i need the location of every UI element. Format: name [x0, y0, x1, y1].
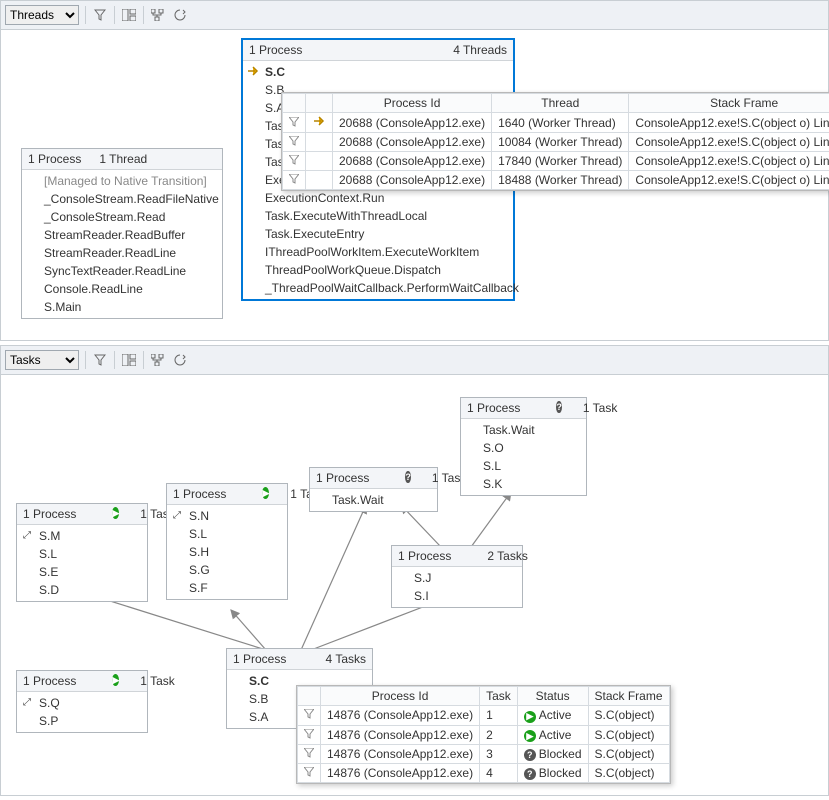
stack-frame[interactable]: _ThreadPoolWaitCallback.PerformWaitCallb…	[243, 279, 513, 297]
mode-select[interactable]: Tasks	[5, 350, 79, 370]
hdr-process: 1 Process	[28, 152, 81, 166]
hdr-threads: 1 Thread	[99, 152, 147, 166]
hdr-process: 1 Process	[249, 43, 302, 57]
stack-frame[interactable]: S.Main	[22, 298, 222, 316]
threads-flyout: Process IdThreadStack Frame 20688 (Conso…	[281, 92, 829, 191]
tasks-flyout-table: Process IdTaskStatusStack Frame 14876 (C…	[297, 686, 670, 783]
table-row[interactable]: 20688 (ConsoleApp12.exe)18488 (Worker Th…	[283, 171, 829, 190]
running-icon: ▶	[112, 674, 119, 686]
table-row[interactable]: 14876 (ConsoleApp12.exe)4?BlockedS.C(obj…	[298, 764, 670, 783]
col-header[interactable]: Stack Frame	[629, 94, 829, 113]
mode-select[interactable]: Threads	[5, 5, 79, 25]
layout-icon[interactable]	[121, 352, 137, 368]
col-header[interactable]: Process Id	[321, 687, 480, 706]
task-box[interactable]: 1 Process▶1 Task⤢S.NS.LS.HS.GS.F	[166, 483, 288, 600]
stack-frame[interactable]: S.L	[461, 457, 586, 475]
stack-frame[interactable]: ⤢S.N	[167, 507, 287, 525]
stack-frame[interactable]: S.P	[17, 712, 147, 730]
blocked-icon: ?	[405, 471, 411, 483]
stack-frame[interactable]: Task.Wait	[461, 421, 586, 439]
stack-frame[interactable]: S.L	[17, 545, 147, 563]
stack-frame[interactable]: Task.ExecuteEntry	[243, 225, 513, 243]
col-header[interactable]: Task	[480, 687, 518, 706]
stack-frame[interactable]: _ConsoleStream.Read	[22, 208, 222, 226]
col-header[interactable]	[306, 94, 333, 113]
hdr-threads: 4 Threads	[453, 43, 507, 57]
running-icon: ▶	[112, 507, 119, 519]
stack-frame[interactable]: S.L	[167, 525, 287, 543]
stack-frame[interactable]: S.K	[461, 475, 586, 493]
refresh-icon[interactable]	[172, 352, 188, 368]
running-icon: ▶	[262, 487, 269, 499]
task-box[interactable]: 1 Process▶1 Task⤢S.MS.LS.ES.D	[16, 503, 148, 602]
col-header[interactable]	[283, 94, 306, 113]
stack-frame[interactable]: StreamReader.ReadBuffer	[22, 226, 222, 244]
stack-frame[interactable]: S.D	[17, 581, 147, 599]
stack-frame[interactable]: S.J	[392, 569, 522, 587]
table-row[interactable]: 20688 (ConsoleApp12.exe)17840 (Worker Th…	[283, 152, 829, 171]
stack-frame[interactable]: S.H	[167, 543, 287, 561]
tasks-panel: Tasks 1 Process▶1 Task⤢S.MS.LS.ES.D 1 Pr…	[0, 345, 829, 796]
refresh-icon[interactable]	[172, 7, 188, 23]
threads-flyout-table: Process IdThreadStack Frame 20688 (Conso…	[282, 93, 829, 190]
stack-frame[interactable]: S.E	[17, 563, 147, 581]
stack-frame[interactable]: IThreadPoolWorkItem.ExecuteWorkItem	[243, 243, 513, 261]
table-row[interactable]: 20688 (ConsoleApp12.exe)10084 (Worker Th…	[283, 133, 829, 152]
layout-icon[interactable]	[121, 7, 137, 23]
stack-frame[interactable]: ⤢S.M	[17, 527, 147, 545]
threads-toolbar: Threads	[1, 1, 828, 30]
stack-frame[interactable]: S.C	[243, 63, 513, 81]
stack-frame[interactable]: S.I	[392, 587, 522, 605]
tasks-toolbar: Tasks	[1, 346, 828, 375]
stack-frame[interactable]: SyncTextReader.ReadLine	[22, 262, 222, 280]
stack-frame[interactable]: S.F	[167, 579, 287, 597]
tasks-flyout: Process IdTaskStatusStack Frame 14876 (C…	[296, 685, 671, 784]
task-box[interactable]: 1 Process?1 TaskTask.WaitS.OS.LS.K	[460, 397, 587, 496]
col-header[interactable]: Thread	[492, 94, 629, 113]
stack-frame[interactable]: ExecutionContext.Run	[243, 189, 513, 207]
table-row[interactable]: 14876 (ConsoleApp12.exe)2▶ActiveS.C(obje…	[298, 725, 670, 745]
col-header[interactable]: Process Id	[333, 94, 492, 113]
task-box[interactable]: 1 Process?1 TaskTask.Wait	[309, 467, 438, 512]
stack-frame[interactable]: _ConsoleStream.ReadFileNative	[22, 190, 222, 208]
stack-frame[interactable]: ⤢S.Q	[17, 694, 147, 712]
stack-frame[interactable]: [Managed to Native Transition]	[22, 172, 222, 190]
filter-icon[interactable]	[92, 7, 108, 23]
task-box[interactable]: 1 Process▶1 Task⤢S.QS.P	[16, 670, 148, 733]
table-row[interactable]: 14876 (ConsoleApp12.exe)3?BlockedS.C(obj…	[298, 745, 670, 764]
stack-frame[interactable]: Console.ReadLine	[22, 280, 222, 298]
filter-icon[interactable]	[92, 352, 108, 368]
blocked-icon: ?	[556, 401, 562, 413]
table-row[interactable]: 14876 (ConsoleApp12.exe)1▶ActiveS.C(obje…	[298, 706, 670, 726]
stack-frame[interactable]: ThreadPoolWorkQueue.Dispatch	[243, 261, 513, 279]
col-header[interactable]: Stack Frame	[588, 687, 669, 706]
stack-frame[interactable]: S.G	[167, 561, 287, 579]
stack-frame[interactable]: StreamReader.ReadLine	[22, 244, 222, 262]
stack-frame[interactable]: Task.ExecuteWithThreadLocal	[243, 207, 513, 225]
col-header[interactable]: Status	[517, 687, 588, 706]
threads-panel: Threads 1 Process 1 Thread [Managed to Na…	[0, 0, 829, 341]
col-header[interactable]	[298, 687, 321, 706]
tree-icon[interactable]	[150, 352, 166, 368]
table-row[interactable]: 20688 (ConsoleApp12.exe)1640 (Worker Thr…	[283, 113, 829, 133]
thread-stack-box-main[interactable]: 1 Process 1 Thread [Managed to Native Tra…	[21, 148, 223, 319]
stack-frame[interactable]: Task.Wait	[310, 491, 437, 509]
tree-icon[interactable]	[150, 7, 166, 23]
stack-frame[interactable]: S.O	[461, 439, 586, 457]
task-box[interactable]: 1 Process2 TasksS.JS.I	[391, 545, 523, 608]
